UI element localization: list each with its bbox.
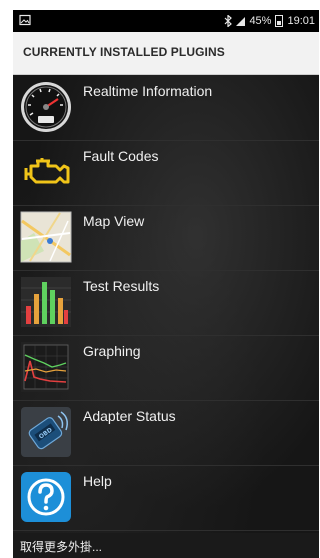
app-frame: 45% 19:01 CURRENTLY INSTALLED PLUGINS Re… — [13, 10, 319, 558]
map-icon — [20, 211, 72, 263]
plugin-row-graphing[interactable]: Graphing — [13, 335, 319, 401]
plugin-label: Map View — [83, 213, 145, 229]
plugin-row-map-view[interactable]: Map View — [13, 205, 319, 271]
plugin-row-test-results[interactable]: Test Results — [13, 270, 319, 336]
plugin-label: Realtime Information — [83, 83, 213, 99]
plugin-row-fault-codes[interactable]: Fault Codes — [13, 140, 319, 206]
plugin-label: Adapter Status — [83, 408, 176, 424]
status-bar: 45% 19:01 — [13, 10, 319, 32]
get-more-plugins-link[interactable]: 取得更多外掛... — [20, 538, 102, 555]
plugin-label: Help — [83, 473, 112, 489]
gallery-icon — [19, 14, 31, 26]
signal-icon — [236, 16, 246, 26]
plugin-label: Fault Codes — [83, 148, 159, 164]
obd-adapter-icon: OBD — [21, 407, 71, 457]
plugin-label: Graphing — [83, 343, 141, 359]
plugin-list: Realtime Information Fault Codes Map Vie… — [13, 75, 319, 533]
bluetooth-icon — [225, 15, 233, 27]
plugin-row-help[interactable]: Help — [13, 465, 319, 531]
plugin-row-adapter-status[interactable]: OBD Adapter Status — [13, 400, 319, 466]
footer: 取得更多外掛... — [13, 533, 319, 558]
help-icon — [21, 472, 71, 522]
speedometer-icon — [21, 82, 71, 132]
clock: 19:01 — [287, 15, 315, 27]
plugin-label: Test Results — [83, 278, 160, 294]
bar-chart-icon — [21, 277, 71, 327]
battery-icon — [275, 15, 284, 27]
plugins-header: CURRENTLY INSTALLED PLUGINS — [13, 32, 319, 75]
engine-warning-icon — [24, 158, 70, 184]
line-graph-icon — [21, 342, 71, 392]
plugin-row-realtime-information[interactable]: Realtime Information — [13, 75, 319, 141]
page-title: CURRENTLY INSTALLED PLUGINS — [23, 45, 225, 59]
battery-percent: 45% — [249, 15, 272, 27]
